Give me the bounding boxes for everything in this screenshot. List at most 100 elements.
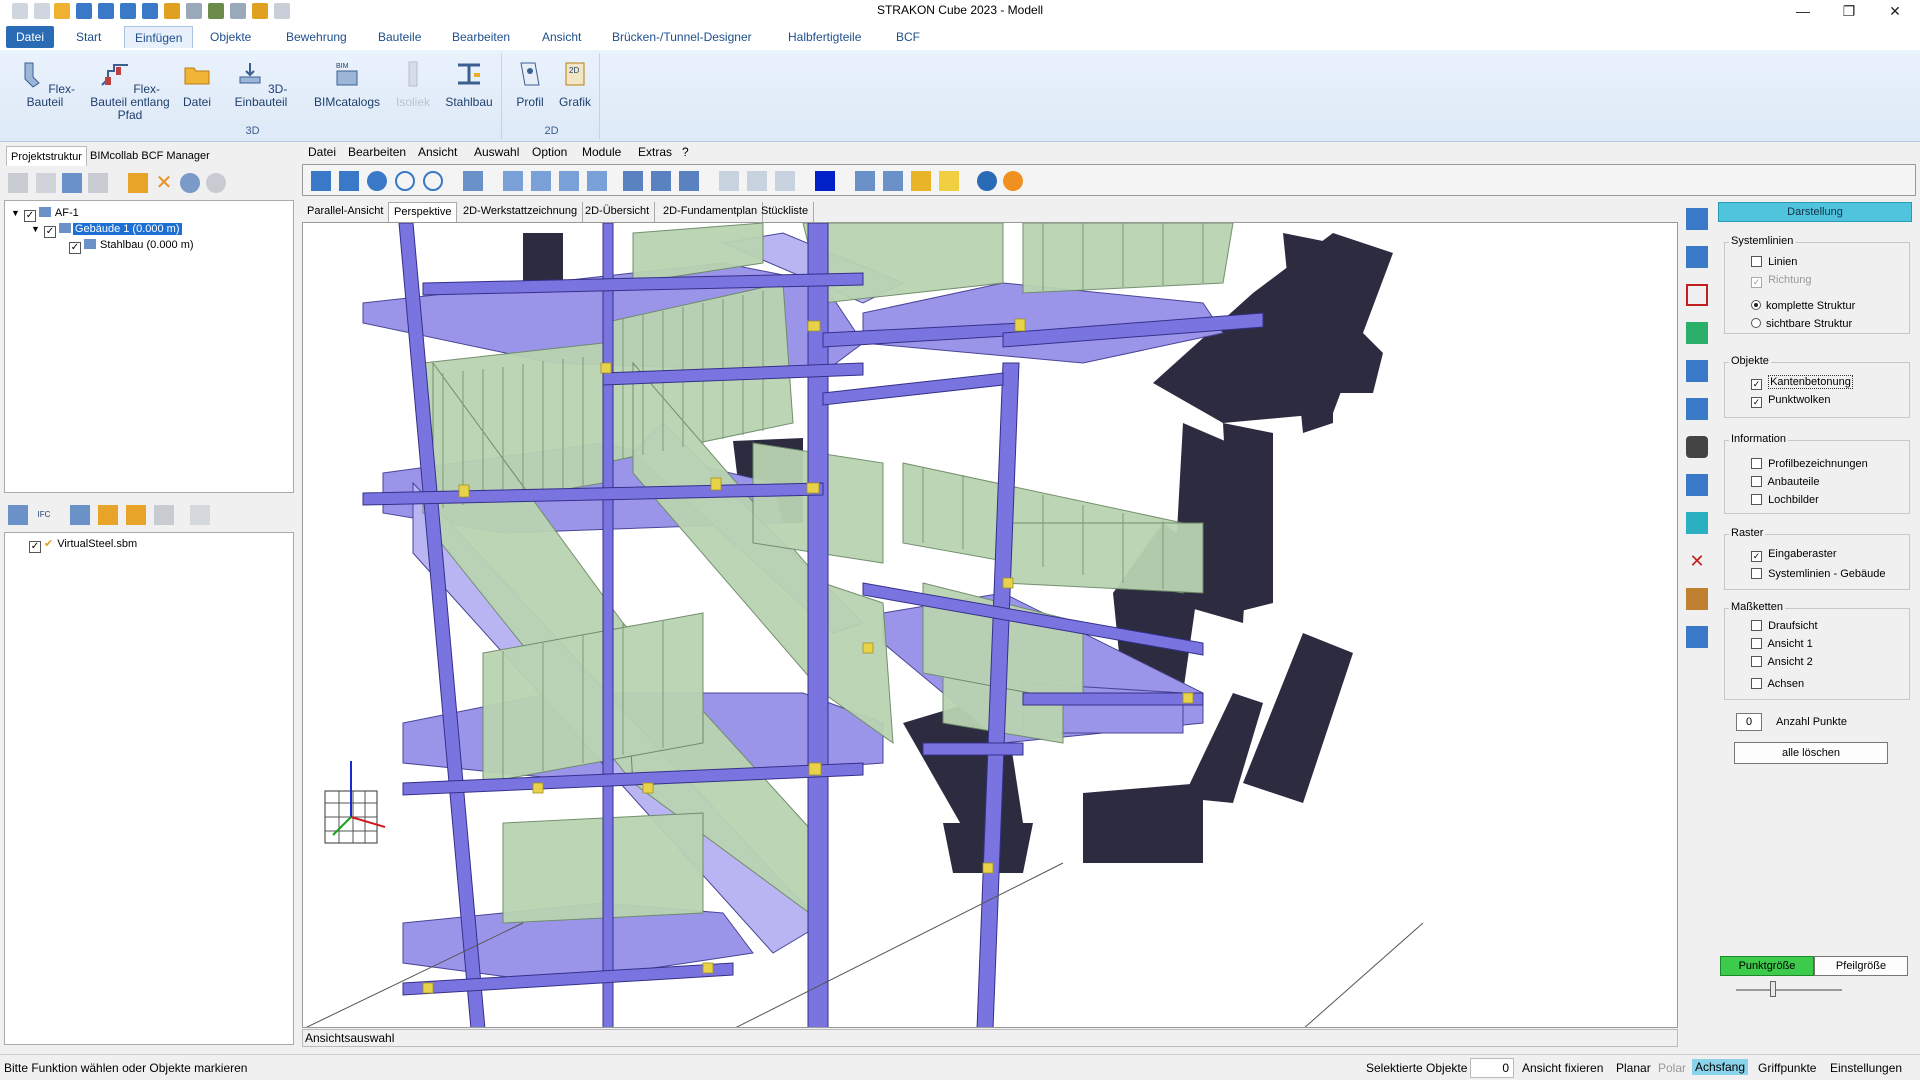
- polar-toggle[interactable]: Polar: [1658, 1061, 1686, 1075]
- confirm-icon[interactable]: [977, 171, 997, 191]
- house-add-icon[interactable]: [88, 173, 108, 193]
- option-punktwolken[interactable]: ✓ Punktwolken: [1751, 394, 1830, 408]
- tab-einfuegen[interactable]: Einfügen: [124, 26, 194, 48]
- layout-2-icon[interactable]: [747, 171, 767, 191]
- pin-icon[interactable]: [1686, 512, 1708, 534]
- align-icon[interactable]: [1686, 474, 1708, 496]
- ifc-import-icon[interactable]: IFC: [34, 505, 54, 525]
- tab-datei[interactable]: Datei: [6, 26, 55, 48]
- zoom-in-icon[interactable]: [423, 171, 443, 191]
- orientation-cube[interactable]: [324, 761, 386, 844]
- render-icon[interactable]: [911, 171, 931, 191]
- option-komplette-struktur[interactable]: komplette Struktur: [1751, 300, 1855, 312]
- option-anbauteile[interactable]: Anbauteile: [1751, 476, 1819, 488]
- flex-bauteil-pfad-button[interactable]: Flex-Bauteil entlang Pfad: [90, 59, 170, 122]
- option-kantenbetonung[interactable]: ✓ Kantenbetonung: [1751, 375, 1853, 390]
- structure-icon[interactable]: [8, 173, 28, 193]
- menu-module[interactable]: Module: [582, 145, 621, 159]
- unlink-icon[interactable]: [190, 505, 210, 525]
- alle-loeschen-button[interactable]: alle löschen: [1734, 742, 1888, 764]
- pfeilgroesse-button[interactable]: Pfeilgröße: [1814, 956, 1908, 976]
- tab-stueckliste[interactable]: Stückliste: [756, 202, 815, 222]
- filter-icon[interactable]: [623, 171, 643, 191]
- layer-icon[interactable]: [1686, 322, 1708, 344]
- view-front-icon[interactable]: [503, 171, 523, 191]
- size-slider-thumb[interactable]: [1770, 981, 1776, 997]
- camera-icon[interactable]: [1686, 436, 1708, 458]
- house-up-icon[interactable]: [36, 173, 56, 193]
- zoom-icon[interactable]: [395, 171, 415, 191]
- menu-option[interactable]: Option: [532, 145, 567, 159]
- achsfang-toggle[interactable]: Achsfang: [1692, 1059, 1749, 1075]
- tab-start[interactable]: Start: [66, 26, 111, 48]
- redo-view-icon[interactable]: [339, 171, 359, 191]
- user-icon[interactable]: [154, 505, 174, 525]
- add-model-icon[interactable]: [8, 505, 28, 525]
- option-profilbezeichnungen[interactable]: Profilbezeichnungen: [1751, 458, 1868, 470]
- light-icon[interactable]: [939, 171, 959, 191]
- staircase-model[interactable]: [303, 223, 1678, 1028]
- datei-insert-button[interactable]: Datei: [176, 59, 218, 109]
- tab-fundamentplan[interactable]: 2D-Fundamentplan: [658, 202, 764, 222]
- tab-bruecken-tunnel[interactable]: Brücken-/Tunnel-Designer: [602, 26, 762, 48]
- filter-3-icon[interactable]: [679, 171, 699, 191]
- view-plan-icon[interactable]: [463, 171, 483, 191]
- cancel-icon[interactable]: [1003, 171, 1023, 191]
- section-2-icon[interactable]: [1686, 246, 1708, 268]
- flag-icon[interactable]: [98, 505, 118, 525]
- option-ansicht-1[interactable]: Ansicht 1: [1751, 638, 1813, 650]
- tree-node-af1[interactable]: ▼ ✓ AF-1: [11, 205, 79, 222]
- flex-bauteil-button[interactable]: Flex-Bauteil: [12, 59, 78, 109]
- tab-bauteile[interactable]: Bauteile: [368, 26, 431, 48]
- layout-1-icon[interactable]: [719, 171, 739, 191]
- menu-auswahl[interactable]: Auswahl: [474, 145, 519, 159]
- grid-2-icon[interactable]: [883, 171, 903, 191]
- filter-2-icon[interactable]: [651, 171, 671, 191]
- 3d-viewport[interactable]: [302, 222, 1678, 1028]
- option-lochbilder[interactable]: Lochbilder: [1751, 494, 1819, 506]
- collapse-icon[interactable]: ▼: [11, 208, 20, 218]
- tab-bcf[interactable]: BCF: [886, 26, 930, 48]
- view-iso-icon[interactable]: [587, 171, 607, 191]
- punktgroesse-button[interactable]: Punktgröße: [1720, 956, 1814, 976]
- profil-button[interactable]: Profil: [508, 59, 552, 109]
- option-systemlinien-gebaeude[interactable]: Systemlinien - Gebäude: [1751, 568, 1885, 580]
- info-icon[interactable]: [1686, 626, 1708, 648]
- view-side-icon[interactable]: [531, 171, 551, 191]
- option-ansicht-2[interactable]: Ansicht 2: [1751, 656, 1813, 668]
- house-icon[interactable]: [62, 173, 82, 193]
- cloud-icon[interactable]: [206, 173, 226, 193]
- maximize-button[interactable]: ❐: [1826, 0, 1872, 22]
- tree-node-gebaeude[interactable]: ▼ ✓ Gebäude 1 (0.000 m): [31, 221, 182, 238]
- einbauteil-3d-button[interactable]: 3D-Einbauteil: [222, 59, 300, 109]
- planar-toggle[interactable]: Planar: [1616, 1061, 1651, 1075]
- grid-icon[interactable]: [855, 171, 875, 191]
- tree-checkbox[interactable]: ✓: [69, 242, 81, 254]
- display-panel-header[interactable]: Darstellung: [1718, 202, 1912, 222]
- tab-bimcollab[interactable]: BIMcollab BCF Manager: [86, 146, 214, 166]
- tab-ansicht[interactable]: Ansicht: [532, 26, 591, 48]
- tab-objekte[interactable]: Objekte: [200, 26, 261, 48]
- regenerate-icon[interactable]: [367, 171, 387, 191]
- tab-perspektive[interactable]: Perspektive: [388, 202, 458, 222]
- material-icon[interactable]: [1686, 588, 1708, 610]
- stahlbau-button[interactable]: Stahlbau: [440, 59, 498, 109]
- einstellungen-toggle[interactable]: Einstellungen: [1830, 1061, 1902, 1075]
- model-checkbox[interactable]: ✓: [29, 541, 41, 553]
- grid-view-icon[interactable]: [1686, 284, 1708, 306]
- option-linien[interactable]: Linien: [1751, 256, 1797, 268]
- undo-view-icon[interactable]: [311, 171, 331, 191]
- dimension-icon[interactable]: [1686, 398, 1708, 420]
- close-button[interactable]: ✕: [1872, 0, 1918, 22]
- layout-3-icon[interactable]: [775, 171, 795, 191]
- sync-icon[interactable]: [70, 505, 90, 525]
- ansicht-fixieren-toggle[interactable]: Ansicht fixieren: [1522, 1061, 1603, 1075]
- anzahl-punkte-input[interactable]: 0: [1736, 713, 1762, 731]
- minimize-button[interactable]: —: [1780, 0, 1826, 22]
- option-sichtbare-struktur[interactable]: sichtbare Struktur: [1751, 318, 1852, 330]
- menu-datei[interactable]: Datei: [308, 145, 336, 159]
- tab-projektstruktur[interactable]: Projektstruktur: [6, 146, 87, 166]
- color-icon[interactable]: [815, 171, 835, 191]
- settings-icon[interactable]: [180, 173, 200, 193]
- section-icon[interactable]: [1686, 208, 1708, 230]
